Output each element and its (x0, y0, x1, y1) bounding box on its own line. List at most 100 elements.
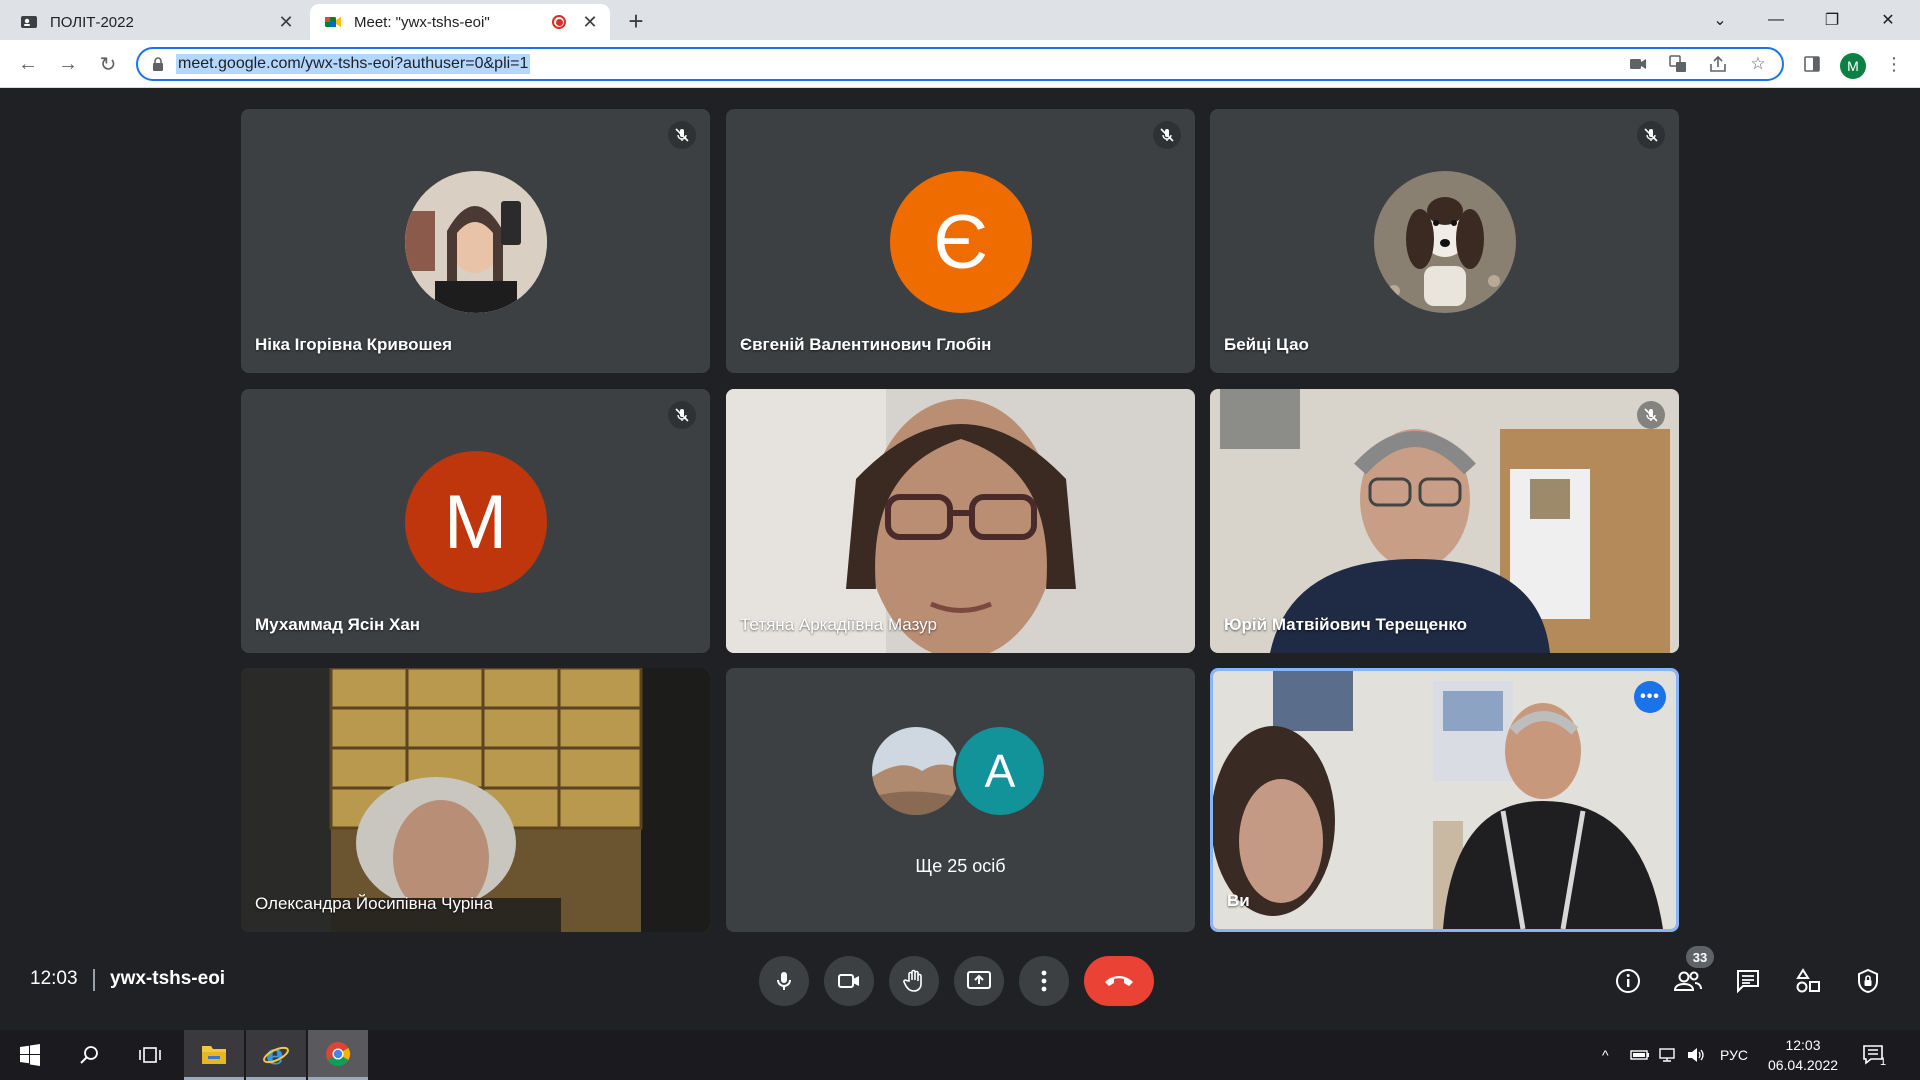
others-tile[interactable]: A Ще 25 осіб (726, 668, 1195, 932)
tray-expand-icon[interactable]: ^ (1602, 1030, 1609, 1080)
search-icon[interactable] (62, 1030, 118, 1080)
participant-avatar (1373, 171, 1516, 313)
mic-off-icon (1153, 121, 1181, 149)
info-icon (1616, 969, 1640, 993)
participant-tile[interactable]: Є Євгеній Валентинович Глобін (726, 109, 1195, 373)
raise-hand-button[interactable] (889, 956, 939, 1006)
participant-count-badge: 33 (1686, 946, 1714, 968)
lock-icon (153, 57, 163, 71)
camera-button[interactable] (824, 956, 874, 1006)
participant-video (1210, 389, 1679, 653)
new-tab-button[interactable]: + (622, 6, 650, 37)
participant-name: Ніка Ігорівна Кривошея (255, 335, 453, 354)
notifications-icon[interactable]: 1 (1862, 1030, 1886, 1080)
people-button[interactable] (1673, 966, 1703, 996)
bookmark-star-icon[interactable]: ☆ (1748, 54, 1768, 74)
forward-arrow-icon[interactable]: → (56, 52, 80, 76)
participant-name: Юрій Матвійович Терещенко (1224, 615, 1468, 634)
window-close-button[interactable]: ✕ (1860, 0, 1916, 40)
minimize-button[interactable]: — (1748, 0, 1804, 40)
participant-video (241, 668, 710, 932)
more-actions-button[interactable] (1019, 956, 1069, 1006)
address-bar[interactable]: meet.google.com/ywx-tshs-eoi?authuser=0&… (136, 47, 1784, 81)
restore-button[interactable]: ❐ (1804, 0, 1860, 40)
system-date: 06.04.2022 (1767, 1057, 1839, 1073)
google-meet-icon (325, 17, 341, 27)
notification-count: 1 (1880, 1056, 1887, 1068)
hang-up-icon (1105, 976, 1133, 986)
meeting-code: ywx-tshs-eoi (110, 968, 226, 989)
chat-button[interactable] (1733, 966, 1763, 996)
host-controls-button[interactable] (1853, 966, 1883, 996)
system-clock[interactable]: 12:03 06.04.2022 (1758, 1035, 1848, 1075)
close-icon[interactable]: ✕ (580, 12, 600, 33)
participant-name: Олександра Йосипівна Чуріна (255, 894, 493, 913)
more-options-button[interactable]: ••• (1634, 681, 1666, 713)
system-time: 12:03 (1785, 1037, 1821, 1053)
chat-icon (1737, 970, 1759, 994)
tab-search-icon[interactable]: ⌄ (1692, 0, 1748, 40)
url-text[interactable]: meet.google.com/ywx-tshs-eoi?authuser=0&… (176, 54, 531, 74)
browser-toolbar: ← → ↻ meet.google.com/ywx-tshs-eoi?authu… (0, 40, 1920, 88)
microphone-icon (777, 972, 791, 990)
leave-call-button[interactable] (1084, 956, 1154, 1006)
share-icon[interactable] (1708, 54, 1728, 74)
input-language[interactable]: РУС (1720, 1030, 1748, 1080)
meeting-details-button[interactable] (1613, 966, 1643, 996)
self-video (1213, 671, 1676, 929)
participant-name: Тетяна Аркадіївна Мазур (740, 615, 937, 634)
participant-tile[interactable]: Бейці Цао (1210, 109, 1679, 373)
activities-button[interactable] (1793, 966, 1823, 996)
windows-taskbar: e ^ РУС 12:03 06.04.2022 1 (0, 1030, 1920, 1080)
mic-off-icon (668, 401, 696, 429)
mic-off-icon (1637, 401, 1665, 429)
meet-stage: Ніка Ігорівна Кривошея Є Євгеній Валенти… (0, 89, 1920, 1024)
contact-card-icon (21, 16, 37, 28)
participant-avatar (869, 724, 963, 818)
participant-tile[interactable]: Олександра Йосипівна Чуріна (241, 668, 710, 932)
self-tile[interactable]: ••• Ви (1210, 668, 1679, 932)
camera-icon[interactable] (1628, 54, 1648, 74)
more-vert-icon (1041, 970, 1047, 992)
participant-avatar: M (404, 451, 547, 593)
reload-icon[interactable]: ↻ (96, 52, 120, 76)
participant-tile[interactable]: Юрій Матвійович Терещенко (1210, 389, 1679, 653)
present-screen-icon (967, 971, 991, 989)
divider (93, 969, 95, 991)
back-arrow-icon[interactable]: ← (16, 52, 40, 76)
tab-title: ПОЛІТ-2022 (50, 13, 134, 31)
translate-icon[interactable] (1668, 54, 1688, 74)
browser-tab-strip: ПОЛІТ-2022 ✕ Meet: "ywx-tshs-eoi" ✕ + ⌄ … (0, 0, 1920, 40)
others-count-label: Ще 25 осіб (915, 856, 1006, 876)
tab-polit[interactable]: ПОЛІТ-2022 ✕ (6, 4, 306, 40)
close-icon[interactable]: ✕ (276, 12, 296, 33)
participant-name: Євгеній Валентинович Глобін (740, 335, 992, 354)
participant-avatar (404, 171, 547, 313)
tab-title: Meet: "ywx-tshs-eoi" (354, 13, 490, 31)
participant-tile[interactable]: M Мухаммад Ясін Хан (241, 389, 710, 653)
profile-avatar[interactable]: M (1840, 53, 1866, 79)
file-explorer-icon[interactable] (184, 1030, 244, 1080)
task-view-icon[interactable] (122, 1030, 178, 1080)
participant-name: Бейці Цао (1224, 335, 1309, 354)
people-icon (1673, 971, 1702, 991)
chrome-icon[interactable] (308, 1030, 368, 1080)
internet-explorer-icon[interactable]: e (246, 1030, 306, 1080)
mic-off-icon (1637, 121, 1665, 149)
present-screen-button[interactable] (954, 956, 1004, 1006)
participant-tile[interactable]: Ніка Ігорівна Кривошея (241, 109, 710, 373)
recording-icon (552, 15, 566, 29)
volume-icon[interactable] (1686, 1030, 1706, 1080)
windows-start-icon[interactable] (2, 1030, 58, 1080)
participant-avatar: Є (889, 171, 1032, 313)
battery-icon[interactable] (1630, 1030, 1650, 1080)
side-panel-icon[interactable] (1800, 52, 1824, 76)
participant-name: Мухаммад Ясін Хан (255, 615, 421, 634)
browser-menu-icon[interactable]: ⋮ (1882, 52, 1906, 76)
participant-tile[interactable]: Тетяна Аркадіївна Мазур (726, 389, 1195, 653)
participant-avatar: A (953, 724, 1047, 818)
participant-name: Ви (1227, 891, 1250, 910)
tab-meet[interactable]: Meet: "ywx-tshs-eoi" ✕ (310, 4, 610, 40)
microphone-button[interactable] (759, 956, 809, 1006)
network-icon[interactable] (1658, 1030, 1678, 1080)
